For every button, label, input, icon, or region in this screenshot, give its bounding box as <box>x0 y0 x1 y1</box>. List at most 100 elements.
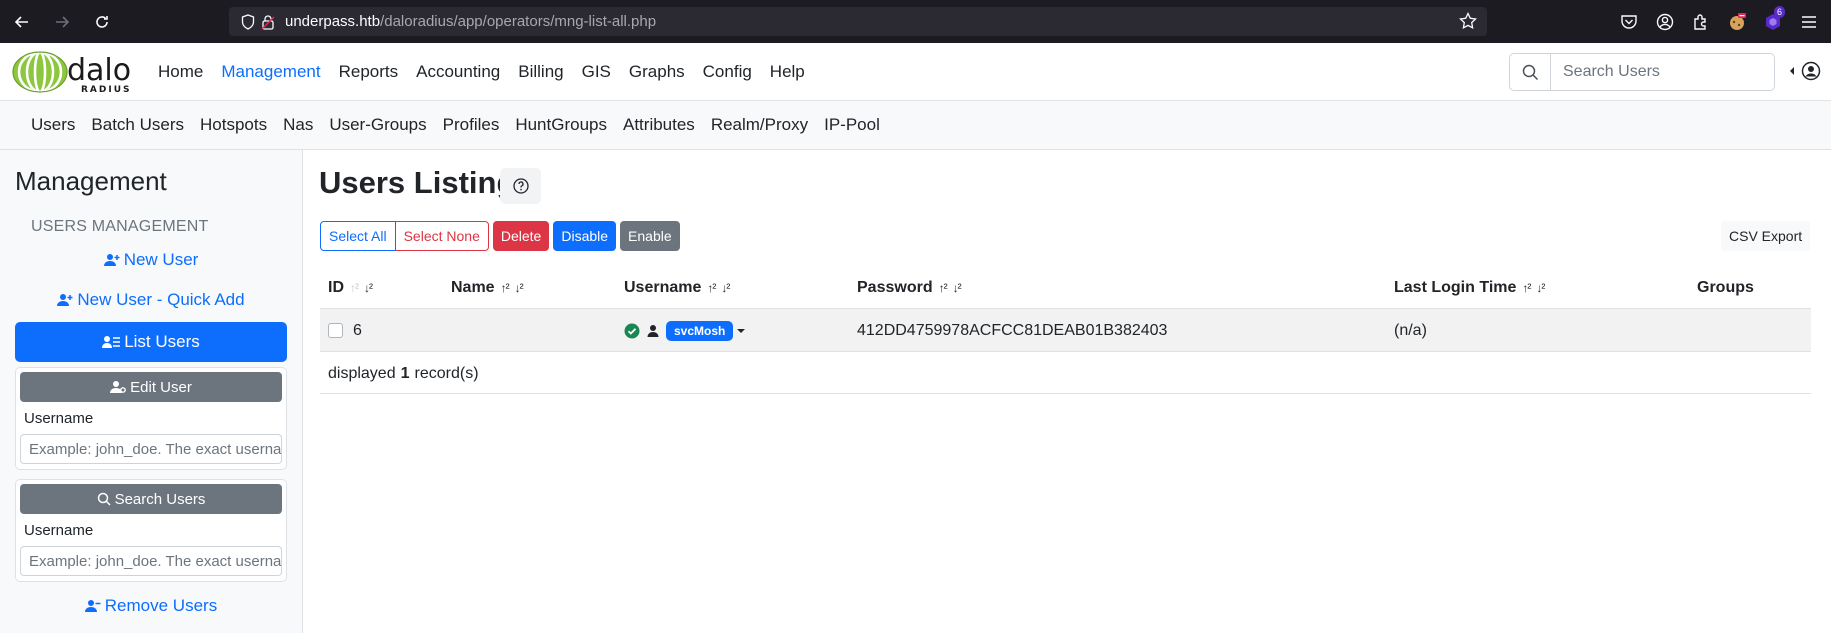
subnav-nas[interactable]: Nas <box>283 115 313 135</box>
subnav-realm-proxy[interactable]: Realm/Proxy <box>711 115 808 135</box>
help-button[interactable] <box>500 168 541 204</box>
nav-home[interactable]: Home <box>158 62 203 82</box>
user-plus-icon <box>103 254 120 266</box>
sort-desc-icon[interactable]: ↓² <box>1536 281 1545 295</box>
nav-accounting[interactable]: Accounting <box>416 62 500 82</box>
sidebar-remove-users-link[interactable]: Remove Users <box>15 596 287 616</box>
caret-left-icon <box>1790 67 1794 75</box>
col-id-label: ID <box>328 279 344 296</box>
search-users-username-input[interactable] <box>20 546 282 576</box>
select-all-button[interactable]: Select All <box>320 221 396 251</box>
select-none-button[interactable]: Select None <box>395 221 489 251</box>
edit-user-username-input[interactable] <box>20 434 282 464</box>
edit-user-label: Edit User <box>130 378 192 396</box>
nav-billing[interactable]: Billing <box>518 62 563 82</box>
account-icon[interactable] <box>1647 4 1683 40</box>
subnav-attributes[interactable]: Attributes <box>623 115 695 135</box>
subnav-hotspots[interactable]: Hotspots <box>200 115 267 135</box>
sidebar-title: Management <box>15 166 167 196</box>
delete-button[interactable]: Delete <box>492 221 550 251</box>
sidebar-new-user-link[interactable]: New User <box>15 250 287 270</box>
col-last-login-label: Last Login Time <box>1394 279 1517 296</box>
sort-desc-icon[interactable]: ↓² <box>364 281 373 295</box>
search-users-input[interactable] <box>1551 53 1775 91</box>
username-badge[interactable]: svcMosh <box>666 320 734 341</box>
sidebar-section-heading: USERS MANAGEMENT <box>31 218 209 235</box>
col-name-label: Name <box>451 279 495 296</box>
check-circle-icon <box>624 323 640 338</box>
sort-desc-icon[interactable]: ↓² <box>953 281 962 295</box>
search-icon <box>1522 64 1538 80</box>
nav-config[interactable]: Config <box>703 62 752 82</box>
nav-management[interactable]: Management <box>221 62 320 82</box>
enable-button[interactable]: Enable <box>620 221 680 251</box>
sidebar-new-user-quick-label: New User - Quick Add <box>77 290 245 309</box>
col-password-header[interactable]: Password ↑² ↓² <box>857 279 962 297</box>
reload-button[interactable] <box>84 4 120 40</box>
sort-desc-icon[interactable]: ↓² <box>515 281 524 295</box>
sidebar-remove-users-label: Remove Users <box>104 596 218 615</box>
extensions-icon[interactable] <box>1683 4 1719 40</box>
subnav-ip-pool[interactable]: IP-Pool <box>824 115 880 135</box>
search-users-username-label: Username <box>24 522 94 539</box>
hamburger-menu-icon[interactable] <box>1791 4 1827 40</box>
users-table: ID ↑² ↓² Name ↑² ↓² Username ↑² ↓² Password… <box>320 268 1811 394</box>
nav-reports[interactable]: Reports <box>339 62 399 82</box>
row-checkbox[interactable] <box>328 323 343 338</box>
sort-asc-icon[interactable]: ↑² <box>707 281 716 295</box>
pocket-icon[interactable] <box>1611 4 1647 40</box>
subnav-profiles[interactable]: Profiles <box>443 115 500 135</box>
subnav-huntgroups[interactable]: HuntGroups <box>515 115 607 135</box>
sidebar-list-users-button[interactable]: List Users <box>15 322 287 362</box>
search-users-button[interactable]: Search Users <box>20 484 282 514</box>
search-users-label: Search Users <box>114 490 206 508</box>
user-circle-icon <box>1801 61 1821 81</box>
arrow-left-icon <box>14 15 28 28</box>
caret-down-icon <box>737 328 746 333</box>
cell-id-value: 6 <box>353 321 362 339</box>
sort-asc-icon[interactable]: ↑² <box>501 281 510 295</box>
back-button[interactable] <box>4 4 40 40</box>
lock-warning-icon <box>259 13 277 31</box>
subnav-user-groups[interactable]: User-Groups <box>329 115 426 135</box>
url-bar[interactable]: underpass.htb/daloradius/app/operators/m… <box>229 7 1487 36</box>
daloradius-logo[interactable]: dalo RADIUS <box>7 49 145 95</box>
records-suffix: record(s) <box>414 364 479 382</box>
nav-gis[interactable]: GIS <box>582 62 611 82</box>
purple-extension-icon[interactable]: 6 <box>1755 4 1791 40</box>
edit-user-username-label: Username <box>24 410 94 427</box>
bulk-actions: Select All Select None Delete Disable En… <box>320 221 684 251</box>
cell-last-login: (n/a) <box>1394 321 1427 339</box>
col-name-header[interactable]: Name ↑² ↓² <box>451 279 524 297</box>
nav-graphs[interactable]: Graphs <box>629 62 685 82</box>
sidebar-list-users-label: List Users <box>124 332 200 351</box>
forward-button[interactable] <box>44 4 80 40</box>
col-groups-header: Groups <box>1697 279 1754 297</box>
url-path: /daloradius/app/operators/mng-list-all.p… <box>380 13 657 30</box>
col-username-header[interactable]: Username ↑² ↓² <box>624 279 730 297</box>
bookmark-star-icon[interactable] <box>1459 12 1477 30</box>
edit-user-button[interactable]: Edit User <box>20 372 282 402</box>
records-number: 1 <box>400 364 410 382</box>
col-last-login-header[interactable]: Last Login Time ↑² ↓² <box>1394 279 1545 297</box>
sort-asc-icon[interactable]: ↑² <box>1522 281 1531 295</box>
csv-export-button[interactable]: CSV Export <box>1721 221 1811 251</box>
sort-asc-icon[interactable]: ↑² <box>939 281 948 295</box>
col-id-header[interactable]: ID ↑² ↓² <box>328 279 373 297</box>
nav-help[interactable]: Help <box>770 62 805 82</box>
cell-id: 6 <box>328 309 362 352</box>
sidebar-new-user-quick-link[interactable]: New User - Quick Add <box>15 290 287 310</box>
subnav-batch-users[interactable]: Batch Users <box>91 115 184 135</box>
sort-desc-icon[interactable]: ↓² <box>721 281 730 295</box>
col-password-label: Password <box>857 279 933 296</box>
user-account-menu[interactable] <box>1789 61 1821 81</box>
cookie-extension-icon[interactable] <box>1719 4 1755 40</box>
table-footer: displayed 1 record(s) <box>320 352 1811 394</box>
search-button[interactable] <box>1509 53 1551 91</box>
url-text: underpass.htb/daloradius/app/operators/m… <box>285 13 656 30</box>
edit-user-card: Edit User Username <box>15 367 287 470</box>
subnav-users[interactable]: Users <box>31 115 75 135</box>
disable-button[interactable]: Disable <box>553 221 617 251</box>
table-row: 6 svcMosh 412DD4759978ACFCC81DEAB01B3824… <box>320 309 1811 352</box>
sort-asc-icon[interactable]: ↑² <box>350 281 359 295</box>
